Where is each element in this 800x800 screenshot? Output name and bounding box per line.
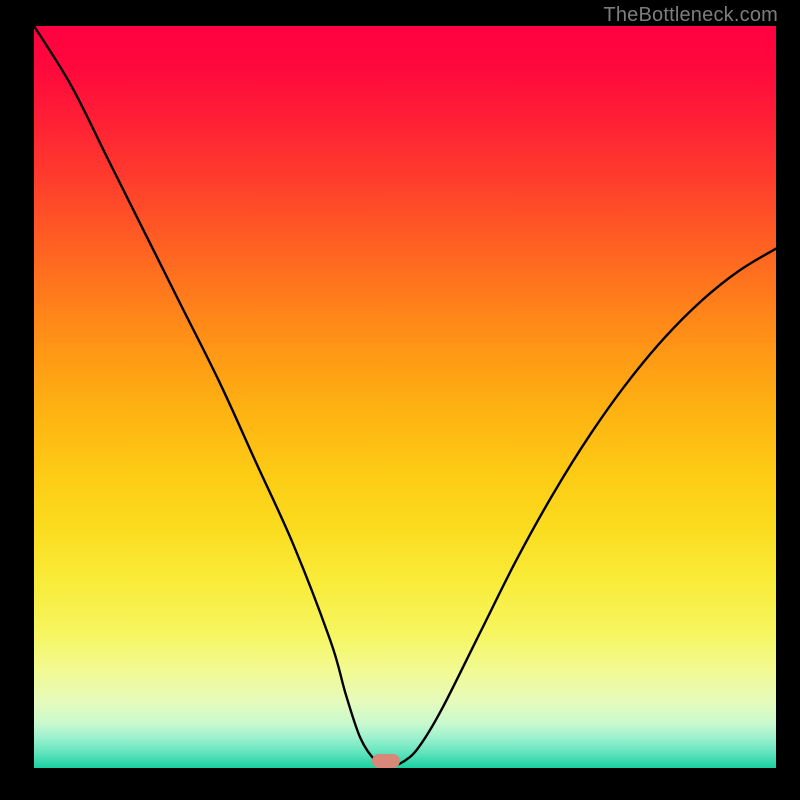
chart-frame: TheBottleneck.com [0,0,800,800]
bottleneck-curve [34,26,776,768]
optimal-point-marker [372,754,400,768]
attribution-label: TheBottleneck.com [603,4,778,27]
plot-area [34,26,776,768]
